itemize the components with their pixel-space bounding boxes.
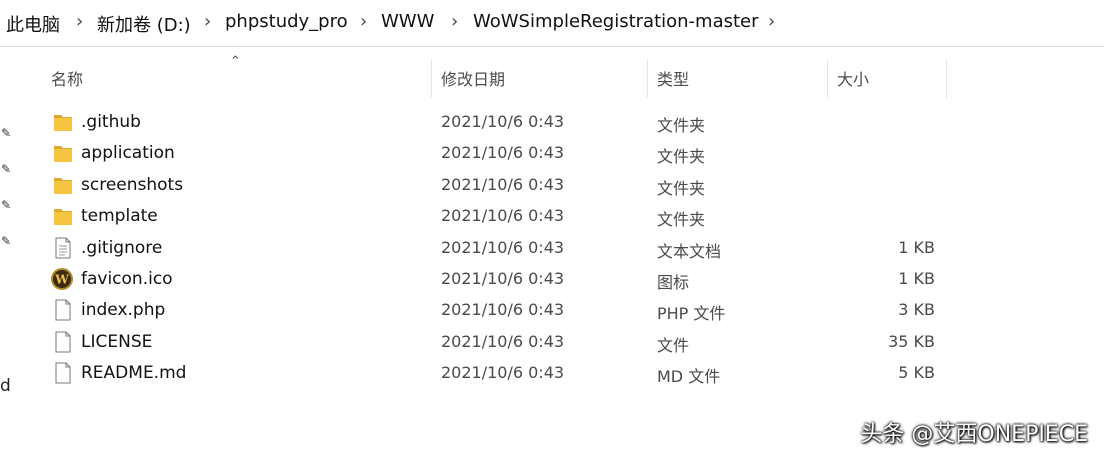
file-size: 35 KB [888, 331, 935, 351]
file-type: 文件夹 [657, 210, 706, 230]
file-type: 文件夹 [657, 178, 706, 198]
file-modified-date: 2021/10/6 0:43 [441, 174, 565, 194]
file-icon [53, 331, 73, 353]
file-type: 文本文档 [657, 241, 722, 261]
file-modified-date: 2021/10/6 0:43 [441, 143, 565, 163]
breadcrumb-www[interactable]: WWW [381, 11, 434, 32]
wow-favicon-icon: W [51, 268, 73, 290]
file-name: .gitignore [81, 237, 163, 258]
breadcrumb-phpstudy[interactable]: phpstudy_pro [225, 11, 348, 32]
file-modified-date: 2021/10/6 0:43 [441, 206, 565, 226]
text-file-icon [53, 237, 73, 259]
file-name: .github [81, 112, 141, 132]
file-type: PHP 文件 [657, 304, 726, 324]
breadcrumb-project-folder[interactable]: WoWSimpleRegistration-master [473, 11, 759, 32]
breadcrumb-this-pc[interactable]: 此电脑 [6, 11, 60, 37]
file-name: index.php [81, 300, 166, 321]
column-modified-header[interactable]: 修改日期 [441, 66, 505, 90]
file-modified-date: 2021/10/6 0:43 [441, 112, 565, 131]
file-modified-date: 2021/10/6 0:43 [441, 269, 565, 288]
sort-ascending-icon: ⌃ [230, 54, 241, 69]
column-name-header[interactable]: 名称 [51, 66, 83, 90]
column-divider[interactable] [946, 60, 947, 98]
column-divider[interactable] [827, 60, 828, 98]
file-row[interactable]: template 2021/10/6 0:43 文件夹 [0, 201, 1104, 232]
file-row[interactable]: .gitignore 2021/10/6 0:43 文本文档 1 KB [0, 233, 1104, 264]
file-row[interactable]: .github 2021/10/6 0:43 文件夹 [0, 107, 1104, 138]
file-row[interactable]: application 2021/10/6 0:43 文件夹 [0, 138, 1104, 169]
file-modified-date: 2021/10/6 0:43 [441, 300, 565, 320]
file-row[interactable]: LICENSE 2021/10/6 0:43 文件 35 KB [0, 327, 1104, 358]
file-size: 5 KB [898, 363, 935, 383]
breadcrumb-drive-d[interactable]: 新加卷 (D:) [97, 11, 191, 37]
breadcrumb-chevron-icon[interactable]: › [768, 11, 775, 32]
column-type-header[interactable]: 类型 [657, 66, 689, 90]
file-size: 3 KB [898, 300, 935, 320]
file-row[interactable]: README.md 2021/10/6 0:43 MD 文件 5 KB [0, 358, 1104, 389]
file-size: 1 KB [898, 269, 935, 288]
file-name: LICENSE [81, 331, 153, 352]
file-name: screenshots [81, 174, 184, 195]
file-type: 图标 [657, 273, 690, 292]
column-divider[interactable] [647, 60, 648, 98]
folder-icon [53, 111, 73, 133]
folder-icon [53, 174, 73, 196]
file-name: application [81, 143, 175, 164]
file-type: 文件夹 [657, 116, 706, 135]
column-divider[interactable] [431, 60, 432, 98]
file-size: 1 KB [898, 237, 935, 257]
breadcrumb-chevron-icon[interactable]: › [204, 11, 211, 32]
file-type: 文件 [657, 335, 690, 355]
breadcrumb-chevron-icon[interactable]: › [360, 11, 367, 32]
file-type: 文件夹 [657, 147, 706, 167]
file-row[interactable]: Wfavicon.ico 2021/10/6 0:43 图标 1 KB [0, 264, 1104, 295]
file-row[interactable]: screenshots 2021/10/6 0:43 文件夹 [0, 170, 1104, 201]
file-type: MD 文件 [657, 367, 721, 387]
folder-icon [53, 142, 73, 164]
address-bar[interactable]: 此电脑 › 新加卷 (D:) › phpstudy_pro › WWW › Wo… [0, 0, 1104, 47]
file-name: README.md [81, 363, 187, 384]
watermark: 头条 @艾西ONEPIECE [860, 422, 1088, 447]
file-name: template [81, 206, 158, 227]
column-header: ⌃ 名称 修改日期 类型 大小 [0, 54, 1104, 98]
file-icon [53, 362, 73, 384]
svg-text:W: W [54, 273, 69, 287]
column-size-header[interactable]: 大小 [837, 66, 869, 90]
file-name: favicon.ico [81, 269, 173, 289]
file-row[interactable]: index.php 2021/10/6 0:43 PHP 文件 3 KB [0, 295, 1104, 326]
file-modified-date: 2021/10/6 0:43 [441, 237, 565, 257]
breadcrumb-chevron-icon[interactable]: › [76, 11, 83, 32]
file-icon [53, 299, 73, 321]
folder-icon [53, 205, 73, 227]
file-modified-date: 2021/10/6 0:43 [441, 363, 565, 383]
file-modified-date: 2021/10/6 0:43 [441, 331, 565, 351]
breadcrumb-chevron-icon[interactable]: › [451, 11, 458, 32]
